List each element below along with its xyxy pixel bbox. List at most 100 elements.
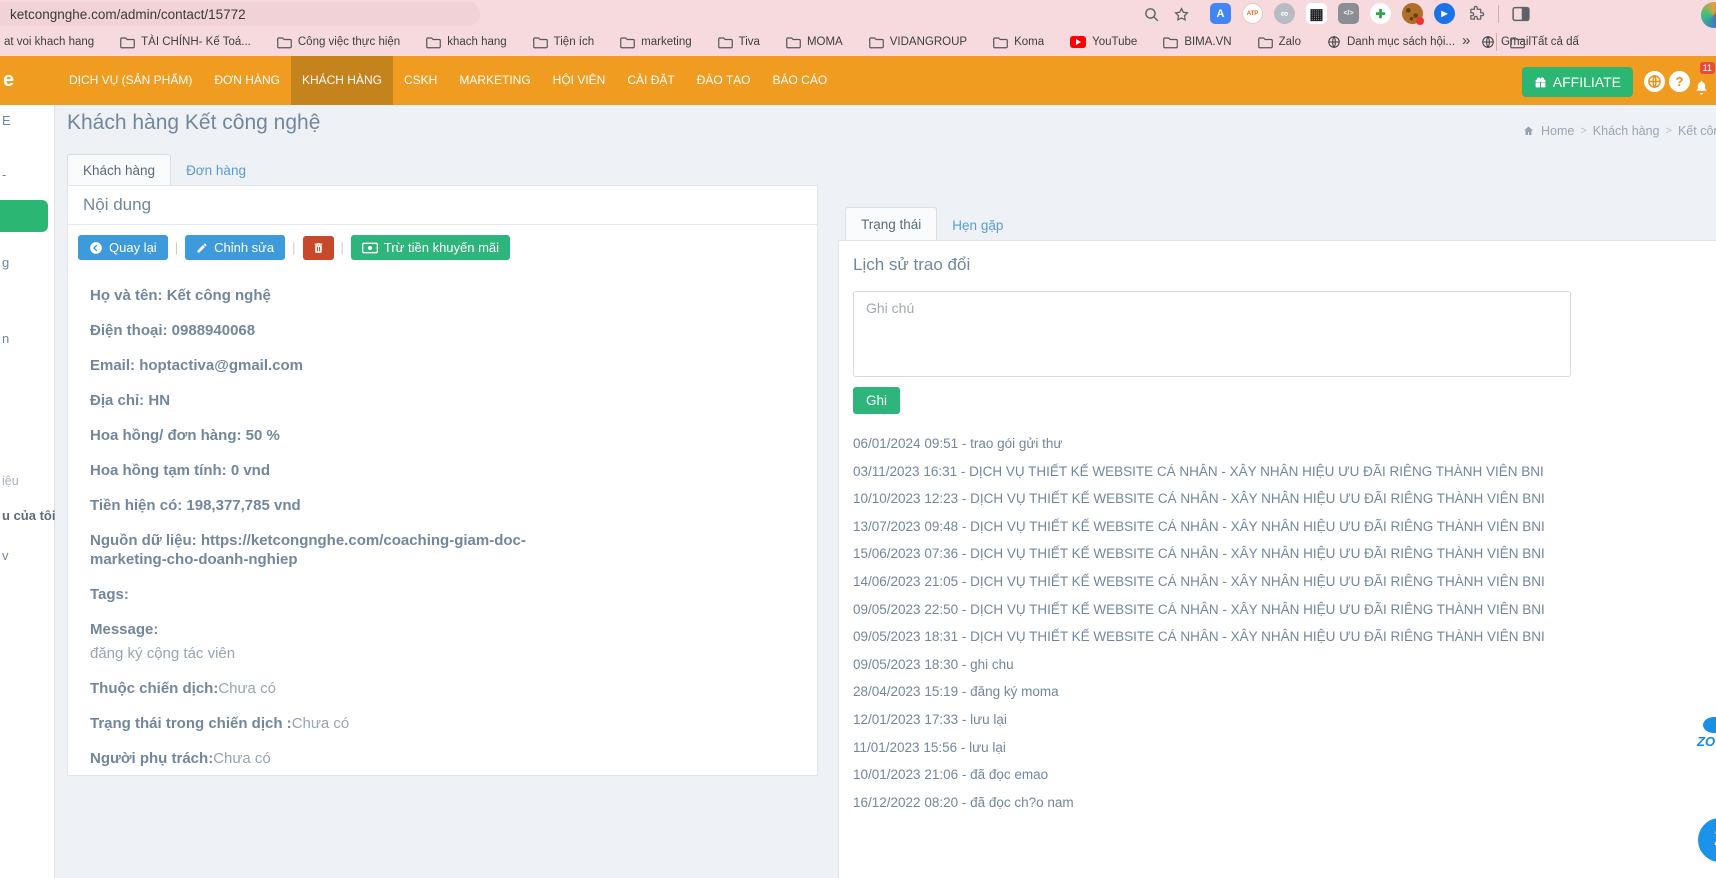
bookmark-item[interactable]: MOMA	[786, 36, 843, 49]
translate-extension-icon[interactable]	[1210, 3, 1231, 24]
bookmark-item[interactable]: YouTube	[1070, 36, 1137, 48]
url-text[interactable]: ketcongnghe.com/admin/contact/15772	[10, 7, 246, 22]
breadcrumb-home[interactable]: Home	[1541, 124, 1574, 138]
zoom-search-icon[interactable]	[1142, 5, 1160, 23]
loop-extension-icon[interactable]	[1274, 3, 1295, 24]
bookmark-item[interactable]: Danh mục sách hội...	[1327, 35, 1455, 49]
card-header: Nội dung	[68, 186, 817, 225]
field-dien-thoai: Điện thoại: 0988940068	[90, 321, 546, 340]
page-title: Khách hàng Kết công nghệ	[67, 111, 320, 135]
main-menu: DỊCH VỤ (SẢN PHẨM) ĐƠN HÀNG KHÁCH HÀNG C…	[58, 56, 838, 105]
bookmark-item[interactable]: Công việc thực hiện	[277, 36, 400, 49]
bookmark-item[interactable]: khach hang	[426, 36, 506, 49]
toolbar-pipe: |	[341, 240, 344, 255]
browser-chrome: ketcongnghe.com/admin/contact/15772	[0, 0, 1716, 56]
code-extension-icon[interactable]	[1338, 3, 1359, 24]
cookie-extension-icon[interactable]	[1402, 3, 1423, 24]
atp-extension-icon[interactable]	[1242, 3, 1263, 24]
affiliate-button[interactable]: AFFILIATE	[1522, 67, 1633, 97]
folder-icon	[533, 36, 548, 49]
history-item: 14/06/2023 21:05 - DỊCH VỤ THIẾT KẾ WEBS…	[853, 568, 1716, 596]
nav-item-cskh[interactable]: CSKH	[393, 56, 448, 105]
back-button[interactable]: Quay lại	[78, 235, 168, 260]
save-note-button[interactable]: Ghi	[853, 387, 900, 414]
nav-item-marketing[interactable]: MARKETING	[448, 56, 541, 105]
nav-item-dich-vu[interactable]: DỊCH VỤ (SẢN PHẨM)	[58, 56, 203, 105]
nav-item-khach-hang[interactable]: KHÁCH HÀNG	[291, 56, 393, 105]
folder-icon	[718, 36, 733, 49]
tab-hen-gap[interactable]: Hẹn gặp	[937, 211, 1018, 240]
field-message-value: đăng ký cộng tác viên	[90, 644, 546, 663]
sidebar-fragment[interactable]: g	[2, 255, 9, 270]
extensions-puzzle-icon[interactable]	[1466, 3, 1487, 24]
status-tabs: Trạng thái Hẹn gặp	[845, 207, 1018, 240]
bookmark-item[interactable]: Tiva	[718, 36, 760, 49]
bookmark-item[interactable]: Zalo	[1258, 36, 1301, 49]
notifications-bell[interactable]: 11	[1693, 62, 1713, 98]
banknote-icon	[362, 242, 378, 254]
sidebar-fragment[interactable]: u của tôi	[2, 508, 55, 523]
folder-icon	[426, 36, 441, 49]
pencil-icon	[196, 242, 208, 254]
globe-icon	[1481, 35, 1495, 49]
video-play-extension-icon[interactable]	[1434, 3, 1455, 24]
help-icon[interactable]: ?	[1669, 71, 1690, 92]
folder-icon	[1510, 36, 1525, 49]
globe-icon	[1327, 35, 1341, 49]
side-panel-icon[interactable]	[1510, 3, 1531, 24]
note-input[interactable]	[853, 291, 1571, 377]
field-email: Email: hoptactiva@gmail.com	[90, 356, 546, 375]
deduct-promo-button[interactable]: Trừ tiền khuyến mãi	[351, 235, 510, 260]
customer-fields: Họ và tên: Kết công nghệ Điện thoại: 098…	[68, 270, 568, 768]
trash-icon	[312, 241, 325, 255]
nav-item-dao-tao[interactable]: ĐÀO TẠO	[686, 56, 762, 105]
globe-icon[interactable]	[1644, 71, 1665, 92]
breadcrumb-khach-hang[interactable]: Khách hàng	[1593, 124, 1660, 138]
sidebar-green-button[interactable]	[0, 200, 48, 232]
bookmark-item[interactable]: Koma	[993, 36, 1044, 49]
bookmark-item[interactable]: Tiện ích	[533, 36, 594, 49]
health-plus-extension-icon[interactable]	[1370, 3, 1391, 24]
nav-item-hoi-vien[interactable]: HỘI VIÊN	[542, 56, 617, 105]
edit-button[interactable]: Chỉnh sửa	[185, 235, 285, 260]
tab-trang-thai[interactable]: Trạng thái	[845, 207, 937, 240]
bookmarks-divider	[1496, 33, 1497, 51]
bookmark-item[interactable]: TÀI CHÍNH- Kế Toá...	[120, 36, 251, 49]
field-nguoi-phu-trach: Người phụ trách:Chưa có	[90, 749, 546, 768]
breadcrumb-current: Kết công	[1678, 124, 1716, 138]
logo-fragment[interactable]: e	[3, 56, 14, 105]
nav-item-don-hang[interactable]: ĐƠN HÀNG	[203, 56, 291, 105]
bookmark-item[interactable]: BIMA.VN	[1163, 36, 1231, 49]
all-bookmarks-folder[interactable]: Tất cả dấ	[1510, 28, 1716, 56]
youtube-icon	[1070, 36, 1086, 48]
sidebar-fragment[interactable]: -	[2, 167, 6, 182]
sidebar-fragment[interactable]: iệu	[2, 474, 19, 488]
qr-scan-extension-icon[interactable]	[1306, 3, 1327, 24]
bookmark-star-icon[interactable]	[1172, 5, 1190, 23]
tab-don-hang[interactable]: Đơn hàng	[171, 156, 261, 185]
field-message-label: Message:	[90, 620, 546, 639]
address-bar[interactable]: ketcongnghe.com/admin/contact/15772	[0, 2, 480, 26]
field-trang-thai-chien-dich: Trạng thái trong chiến dịch :Chưa có	[90, 714, 546, 733]
history-heading: Lịch sử trao đổi	[853, 255, 1716, 275]
bookmark-item[interactable]: marketing	[620, 36, 692, 49]
bookmark-item[interactable]: VIDANGROUP	[869, 36, 967, 49]
home-icon	[1522, 125, 1535, 137]
nav-item-cai-dat[interactable]: CÀI ĐẶT	[616, 56, 685, 105]
folder-icon	[993, 36, 1008, 49]
tab-khach-hang[interactable]: Khách hàng	[67, 154, 171, 185]
sidebar-fragment[interactable]: E	[2, 113, 11, 128]
history-item: 28/04/2023 15:19 - đăng ký moma	[853, 678, 1716, 706]
delete-button[interactable]	[303, 236, 334, 260]
breadcrumb-separator: >	[1666, 125, 1672, 137]
bookmark-item[interactable]: at voi khach hang	[4, 36, 94, 48]
sidebar-fragment[interactable]: v	[2, 548, 9, 563]
app-navbar: e DỊCH VỤ (SẢN PHẨM) ĐƠN HÀNG KHÁCH HÀNG…	[0, 56, 1716, 105]
profile-avatar[interactable]	[1701, 2, 1716, 28]
zalo-logo-fragment[interactable]: ZO	[1697, 734, 1715, 749]
nav-item-bao-cao[interactable]: BÁO CÁO	[762, 56, 839, 105]
sidebar-fragment[interactable]: n	[2, 331, 9, 346]
bookmarks-overflow-chevron[interactable]: »	[1462, 32, 1470, 49]
history-item: 09/05/2023 18:30 - ghi chu	[853, 651, 1716, 679]
gift-icon	[1534, 76, 1547, 89]
